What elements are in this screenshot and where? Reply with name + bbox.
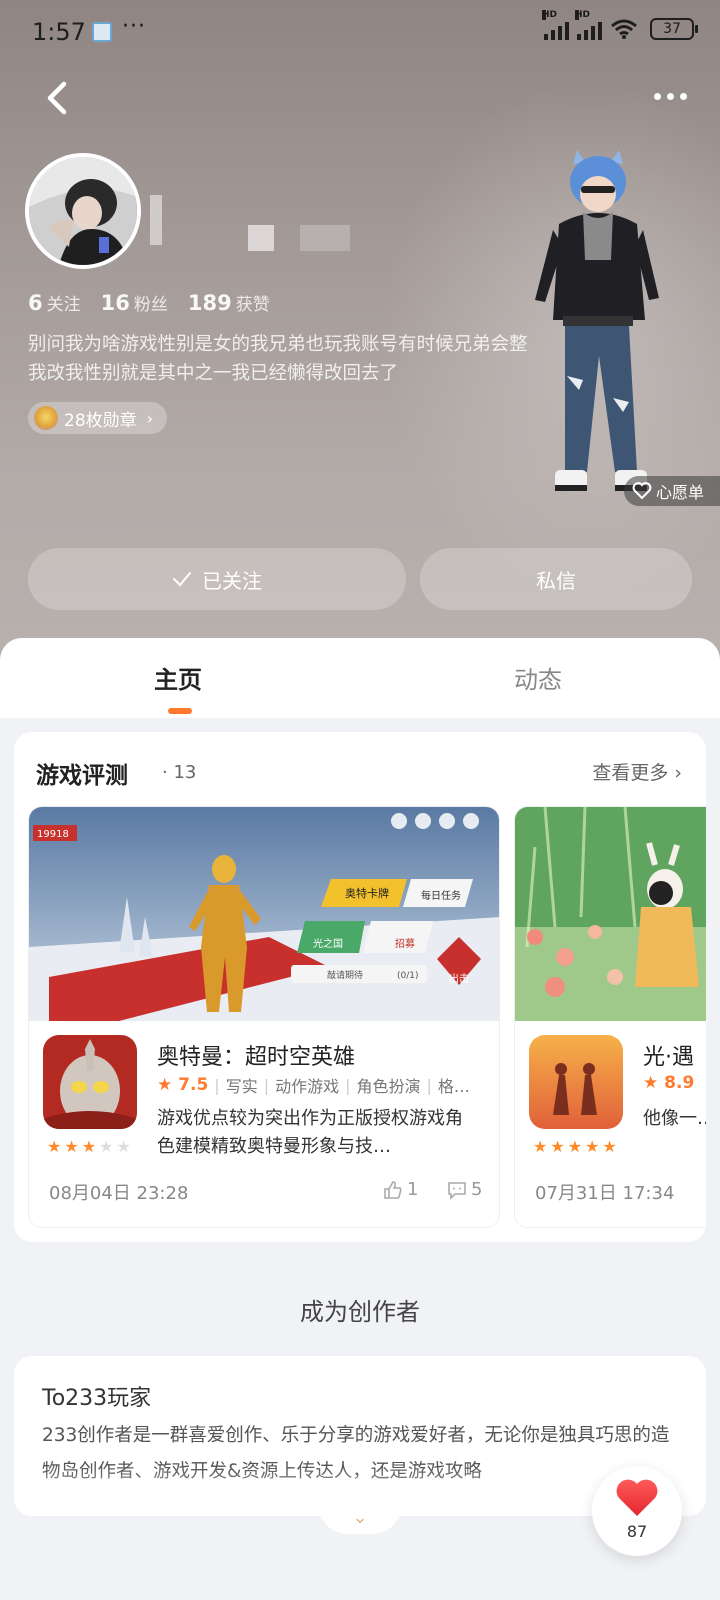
game-tag: 格… — [437, 1077, 470, 1096]
review-card[interactable]: ★★★★★ 光·遇 ★ 8.9 他像一… 奏出的… 07月31日 17:34 — [514, 806, 706, 1228]
like-count: 87 — [626, 1522, 648, 1541]
signal-icon: HD — [542, 10, 569, 40]
review-time: 07月31日 17:34 — [535, 1183, 675, 1204]
signal-icon: HD — [575, 10, 602, 40]
follow-label: 已关注 — [202, 568, 262, 593]
wishlist-label: 心愿单 — [656, 483, 705, 502]
more-options-icon[interactable] — [654, 84, 694, 108]
comment-icon — [448, 1181, 466, 1200]
banner-text: 奥特卡牌 — [345, 886, 389, 900]
notification-overflow: ··· — [122, 14, 146, 39]
back-icon[interactable] — [40, 78, 76, 118]
expand-button[interactable]: ⌄ — [318, 1504, 402, 1534]
rating-stars: ★ ★ ★ ★ ★ — [533, 1137, 617, 1156]
message-label: 私信 — [536, 568, 576, 593]
star-icon: ★ — [550, 1137, 565, 1156]
star-icon: ★ — [533, 1137, 548, 1156]
review-text: 游戏优点较为突出作为正版授权游戏角色建模精致奥特曼形象与技… — [157, 1108, 463, 1157]
avatar[interactable] — [25, 153, 141, 269]
banner-text: 光之国 — [313, 937, 343, 950]
banner-text: 每日任务 — [421, 889, 461, 902]
game-score: ★ 7.5 — [157, 1075, 209, 1095]
message-button[interactable]: 私信 — [420, 548, 692, 610]
rating-stars: ★ ★ ★ ★ ★ — [47, 1137, 131, 1156]
game-name: 奥特曼：超时空英雄 — [157, 1045, 356, 1070]
chevron-right-icon: › — [146, 408, 154, 428]
heart-outline-icon — [632, 482, 652, 500]
chevron-down-icon: ⌄ — [352, 1507, 368, 1528]
username-masked — [150, 195, 162, 245]
status-icons: HD HD 37 — [542, 10, 698, 40]
thumbs-up-icon — [384, 1180, 402, 1199]
game-tag: 动作游戏 — [275, 1077, 340, 1096]
wishlist-button[interactable]: 心愿单 — [624, 476, 720, 506]
become-creator-title: 成为创作者 — [300, 1298, 420, 1326]
star-icon: ★ — [64, 1137, 79, 1156]
banner-text: 敲请期待 — [327, 969, 363, 981]
banner-text: 招募 — [395, 937, 415, 950]
banner-text: 19918 — [37, 829, 69, 840]
star-icon: ★ — [602, 1137, 617, 1156]
star-icon: ★ — [585, 1137, 600, 1156]
game-meta: ★ 7.5 | 写实 | 动作游戏 | 角色扮演 | 格… — [157, 1075, 470, 1096]
comment-button[interactable]: 5 — [447, 1179, 482, 1200]
comment-count: 5 — [471, 1179, 483, 1200]
tab-feed[interactable]: 动态 — [514, 660, 562, 695]
tab-home[interactable]: 主页 — [154, 660, 202, 695]
star-icon: ★ — [47, 1137, 62, 1156]
game-icon — [529, 1035, 623, 1129]
medal-label: 28枚勋章 — [64, 410, 137, 431]
stat-followers[interactable]: 16 粉丝 — [101, 290, 168, 315]
heart-icon — [616, 1479, 658, 1516]
like-floating-button[interactable]: 87 — [592, 1466, 682, 1556]
tab-indicator — [168, 708, 192, 714]
profile-stats: 6 关注 16 粉丝 189 获赞 — [28, 290, 270, 315]
review-count: · 13 — [162, 762, 197, 783]
wifi-icon — [611, 19, 637, 39]
follow-button[interactable]: 已关注 — [28, 548, 406, 610]
game-name: 光·遇 — [643, 1045, 694, 1070]
game-tag: 角色扮演 — [356, 1077, 421, 1096]
status-time: 1:57 — [32, 18, 86, 46]
star-icon: ★ — [567, 1137, 583, 1156]
username-masked — [300, 225, 350, 251]
game-icon — [43, 1035, 137, 1129]
game-tag: 写实 — [225, 1077, 258, 1096]
creator-card-title: To233玩家 — [42, 1386, 152, 1411]
stat-following[interactable]: 6 关注 — [28, 290, 81, 315]
profile-header: 1:57 ··· HD HD 37 6 关注 16 粉丝 189 获赞 别问我为… — [0, 0, 720, 680]
character-model[interactable] — [525, 150, 675, 500]
profile-bio: 别问我为啥游戏性别是女的我兄弟也玩我账号有时候兄弟会整我改我性别就是其中之一我已… — [28, 334, 528, 384]
game-score: ★ 8.9 — [643, 1073, 695, 1093]
section-title: 游戏评测 — [36, 763, 128, 789]
star-icon: ★ — [81, 1137, 97, 1156]
medal-badge-button[interactable]: 28枚勋章 › — [28, 402, 168, 434]
view-more-link[interactable]: 查看更多 › — [592, 758, 682, 785]
stat-likes[interactable]: 189 获赞 — [188, 290, 270, 315]
gallery-notification-icon — [92, 22, 112, 42]
like-button[interactable]: 1 — [383, 1179, 418, 1200]
username-masked — [248, 225, 274, 251]
banner-text: 出击 — [449, 972, 469, 985]
review-text: 他像一… 奏出的… — [643, 1108, 706, 1129]
star-icon: ★ — [99, 1137, 114, 1156]
game-reviews-section: 游戏评测 · 13 查看更多 › 19918 奥特卡牌 每日任务 光之国 招募 … — [14, 732, 706, 1242]
game-screenshot — [515, 807, 706, 1021]
status-bar: 1:57 ··· HD HD 37 — [0, 0, 720, 64]
review-time: 08月04日 23:28 — [49, 1183, 189, 1204]
check-icon — [173, 572, 191, 587]
like-count: 1 — [407, 1179, 419, 1200]
game-screenshot: 19918 奥特卡牌 每日任务 光之国 招募 出击 敲请期待 (0/1) — [29, 807, 499, 1021]
review-card[interactable]: 19918 奥特卡牌 每日任务 光之国 招募 出击 敲请期待 (0/1) ★ ★… — [28, 806, 500, 1228]
battery-icon: 37 — [650, 18, 698, 40]
tab-bar: 主页 动态 — [0, 638, 720, 718]
star-icon: ★ — [116, 1137, 131, 1156]
banner-text: (0/1) — [397, 971, 419, 981]
medal-icon — [34, 406, 58, 430]
game-meta: ★ 8.9 — [643, 1073, 694, 1093]
